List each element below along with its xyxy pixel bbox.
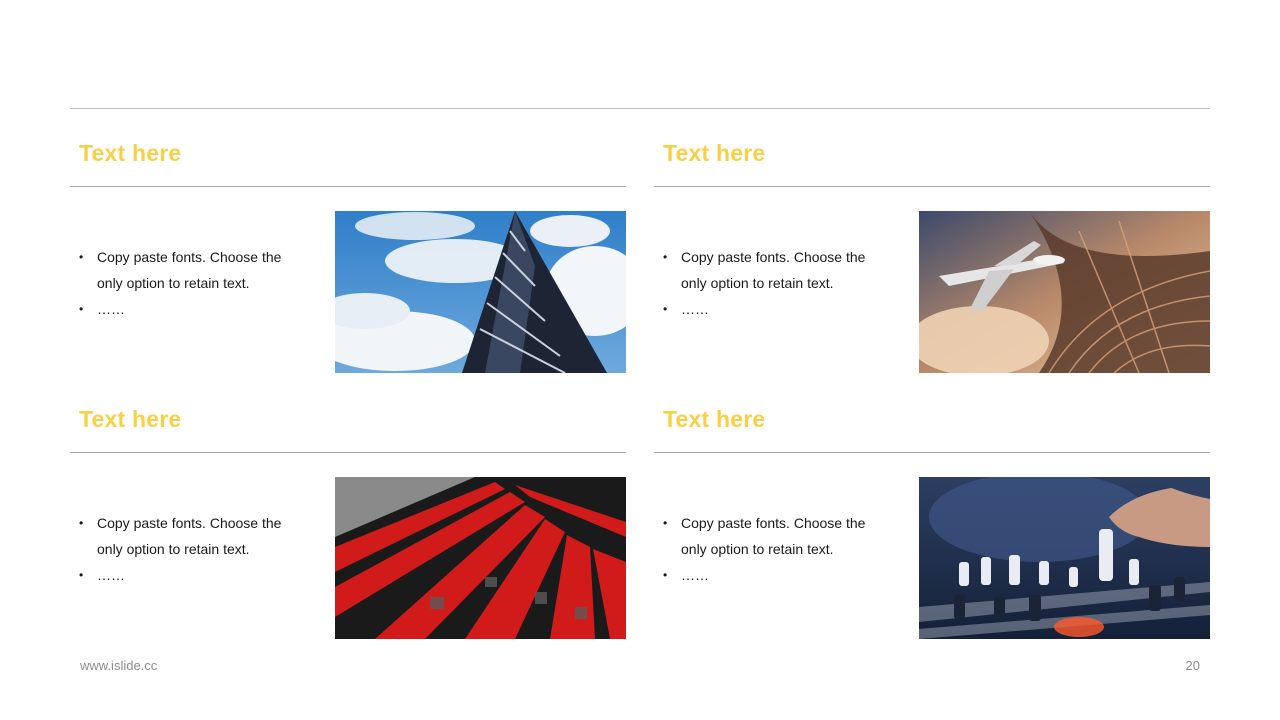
bullet-item: …… — [79, 296, 309, 322]
content-card-2: Text here Copy paste fonts. Choose the o… — [654, 108, 1210, 378]
footer-website: www.islide.cc — [80, 658, 158, 673]
skyscraper-photo — [335, 211, 626, 373]
card-divider — [654, 186, 1210, 187]
card-title: Text here — [79, 140, 182, 166]
bullet-item: …… — [79, 562, 309, 588]
bullet-item: Copy paste fonts. Choose the only option… — [79, 244, 309, 296]
card-title: Text here — [663, 140, 766, 166]
card-divider — [654, 452, 1210, 453]
bullet-item: Copy paste fonts. Choose the only option… — [663, 510, 893, 562]
bullet-list: Copy paste fonts. Choose the only option… — [79, 244, 309, 322]
bullet-list: Copy paste fonts. Choose the only option… — [79, 510, 309, 588]
chess-photo — [919, 477, 1210, 639]
bullet-list: Copy paste fonts. Choose the only option… — [663, 510, 893, 588]
content-card-3: Text here Copy paste fonts. Choose the o… — [70, 374, 626, 644]
card-divider — [70, 186, 626, 187]
bullet-list: Copy paste fonts. Choose the only option… — [663, 244, 893, 322]
card-title: Text here — [663, 406, 766, 432]
content-card-4: Text here Copy paste fonts. Choose the o… — [654, 374, 1210, 644]
bullet-item: …… — [663, 562, 893, 588]
content-card-1: Text here Copy paste fonts. Choose the o… — [70, 108, 626, 378]
bullet-item: …… — [663, 296, 893, 322]
card-title: Text here — [79, 406, 182, 432]
page-number: 20 — [1185, 658, 1200, 673]
bullet-item: Copy paste fonts. Choose the only option… — [79, 510, 309, 562]
airplane-photo — [919, 211, 1210, 373]
red-building-photo — [335, 477, 626, 639]
bullet-item: Copy paste fonts. Choose the only option… — [663, 244, 893, 296]
card-divider — [70, 452, 626, 453]
